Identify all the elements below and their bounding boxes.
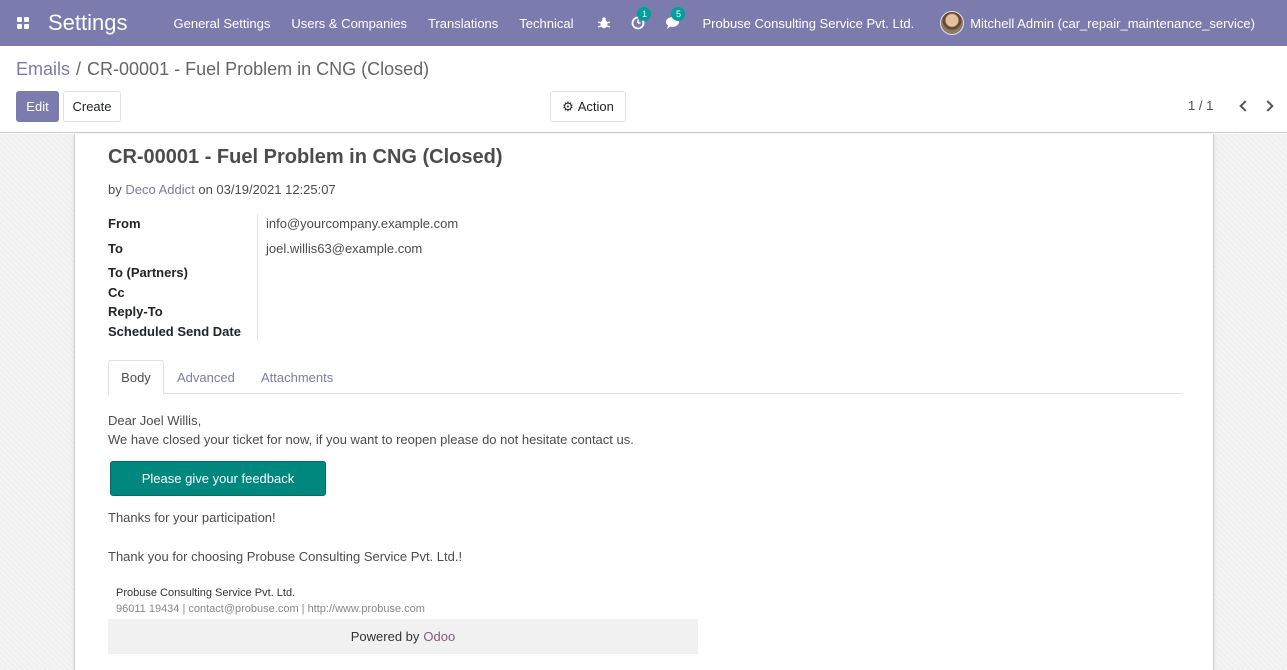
pager-value[interactable]: 1 / 1 bbox=[1188, 98, 1213, 113]
from-label: From bbox=[108, 216, 141, 231]
powered-by-text: Powered by bbox=[350, 629, 420, 644]
app-title[interactable]: Settings bbox=[48, 10, 128, 36]
user-menu[interactable]: Mitchell Admin (car_repair_maintenance_s… bbox=[940, 11, 1255, 35]
body-greeting: Dear Joel Willis, bbox=[108, 413, 202, 428]
feedback-button[interactable]: Please give your feedback bbox=[110, 461, 326, 496]
breadcrumb: Emails / CR-00001 - Fuel Problem in CNG (C… bbox=[16, 59, 429, 80]
create-button[interactable]: Create bbox=[63, 91, 121, 122]
by-prefix: by bbox=[108, 182, 122, 197]
menu-users-companies[interactable]: Users & Companies bbox=[291, 16, 407, 31]
to-value: joel.willis63@example.com bbox=[266, 241, 423, 256]
body-line: We have closed your ticket for now, if y… bbox=[108, 432, 634, 447]
apps-menu-icon[interactable] bbox=[0, 0, 46, 46]
mail-date: on 03/19/2021 12:25:07 bbox=[198, 182, 336, 197]
odoo-link[interactable]: Odoo bbox=[423, 629, 455, 644]
menu-general-settings[interactable]: General Settings bbox=[174, 16, 271, 31]
body-closing: Thank you for choosing Probuse Consultin… bbox=[108, 549, 463, 564]
messages-chat-icon[interactable]: 5 bbox=[662, 7, 686, 33]
signature-company: Probuse Consulting Service Pvt. Ltd. bbox=[116, 587, 296, 599]
reply-to-label: Reply-To bbox=[108, 304, 163, 319]
activity-count-badge: 1 bbox=[637, 7, 652, 21]
gear-icon: ⚙ bbox=[562, 98, 574, 114]
mail-subject-title: CR-00001 - Fuel Problem in CNG (Closed) bbox=[108, 146, 503, 168]
breadcrumb-separator: / bbox=[76, 59, 82, 79]
to-label: To bbox=[108, 241, 123, 256]
edit-button[interactable]: Edit bbox=[16, 91, 59, 122]
powered-by-bar: Powered by Odoo bbox=[108, 619, 698, 654]
mail-form-sheet: CR-00001 - Fuel Problem in CNG (Closed) … bbox=[74, 134, 1214, 670]
action-button[interactable]: ⚙ Action bbox=[550, 91, 626, 122]
fields-divider bbox=[257, 214, 258, 341]
body-thanks: Thanks for your participation! bbox=[108, 510, 276, 525]
menu-technical[interactable]: Technical bbox=[519, 16, 573, 31]
top-navbar: Settings General Settings Users & Compan… bbox=[0, 0, 1287, 46]
tab-advanced[interactable]: Advanced bbox=[177, 360, 235, 394]
company-switcher[interactable]: Probuse Consulting Service Pvt. Ltd. bbox=[702, 16, 914, 31]
action-label: Action bbox=[577, 99, 614, 114]
breadcrumb-emails-link[interactable]: Emails bbox=[16, 59, 70, 79]
messages-count-badge: 5 bbox=[671, 7, 686, 21]
breadcrumb-current: CR-00001 - Fuel Problem in CNG (Closed) bbox=[87, 59, 430, 79]
tab-attachments[interactable]: Attachments bbox=[261, 360, 333, 394]
debug-bug-icon[interactable] bbox=[594, 13, 614, 33]
signature-contact: 96011 19434 | contact@probuse.com | http… bbox=[116, 603, 425, 615]
pager-next-icon[interactable] bbox=[1262, 98, 1277, 114]
cc-label: Cc bbox=[108, 285, 125, 300]
user-avatar bbox=[940, 11, 965, 35]
menu-translations[interactable]: Translations bbox=[428, 16, 498, 31]
from-value: info@yourcompany.example.com bbox=[266, 216, 459, 231]
mail-meta: by Deco Addict on 03/19/2021 12:25:07 bbox=[108, 182, 336, 197]
mail-tabs: Body Advanced Attachments bbox=[108, 360, 1182, 395]
pager-previous-icon[interactable] bbox=[1236, 98, 1251, 114]
scheduled-send-date-label: Scheduled Send Date bbox=[108, 324, 241, 339]
author-link[interactable]: Deco Addict bbox=[125, 182, 194, 197]
control-panel: Emails / CR-00001 - Fuel Problem in CNG (C… bbox=[0, 46, 1287, 133]
user-name: Mitchell Admin (car_repair_maintenance_s… bbox=[970, 15, 1255, 31]
tab-body[interactable]: Body bbox=[108, 360, 164, 395]
to-partners-label: To (Partners) bbox=[108, 265, 188, 280]
activity-clock-icon[interactable]: 1 bbox=[628, 7, 652, 33]
